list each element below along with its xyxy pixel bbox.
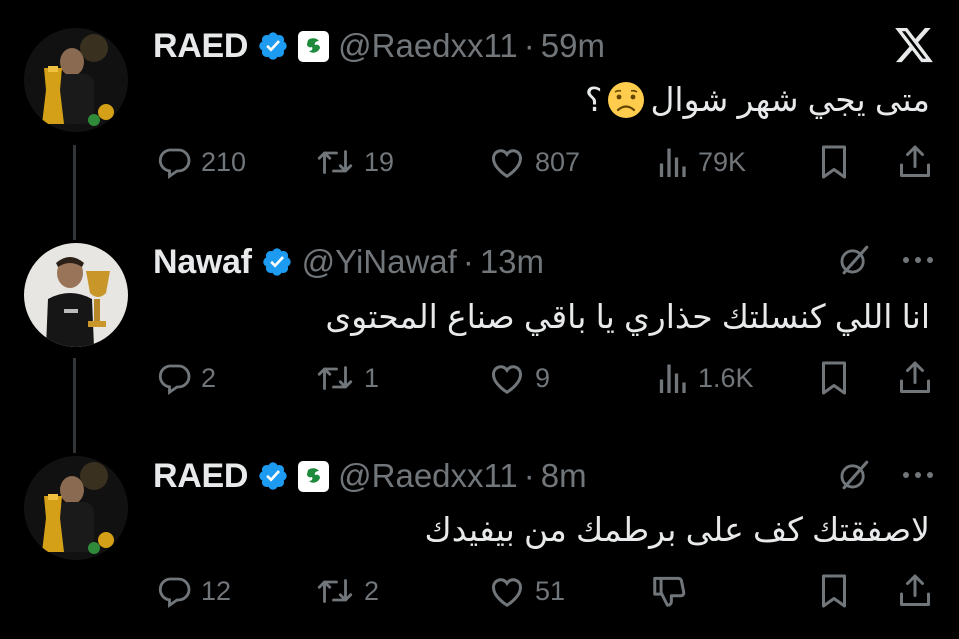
avatar[interactable] (24, 28, 128, 132)
avatar-image (24, 456, 128, 560)
like-button[interactable]: 51 (488, 569, 565, 613)
timestamp[interactable]: 8m (541, 457, 587, 495)
like-count: 9 (535, 362, 551, 393)
disappointed-face-emoji-icon (606, 80, 646, 120)
separator-dot: · (462, 243, 474, 280)
tweet[interactable]: RAED @Raedxx11 · 59m متى يجي شهر شوال ؟ 2… (0, 0, 959, 213)
share-icon (900, 574, 930, 606)
avatar-image (24, 243, 128, 347)
verified-badge-icon[interactable] (257, 30, 289, 62)
repost-count: 19 (364, 146, 395, 177)
views-button[interactable]: 1.6K (655, 356, 754, 400)
heart-icon (492, 365, 522, 395)
reply-button[interactable]: 210 (156, 140, 246, 184)
thumbs-down-icon (653, 576, 686, 607)
reply-count: 2 (201, 362, 217, 393)
reply-button[interactable]: 12 (156, 569, 231, 613)
tweet[interactable]: RAED @Raedxx11 · 8m لاصفقتك كف على برطمك… (0, 426, 959, 639)
affiliate-badge-icon[interactable] (298, 30, 330, 62)
tweet-text: انا اللي كنسلتك حذاري يا باقي صناع المحت… (325, 298, 930, 335)
share-button[interactable] (898, 356, 932, 400)
share-icon (900, 361, 930, 393)
timestamp[interactable]: 13m (480, 243, 544, 281)
user-handle[interactable]: @Raedxx11 (338, 457, 518, 495)
bookmark-icon (822, 574, 846, 608)
action-bar: 12 2 51 (150, 569, 940, 613)
avatar-image (24, 28, 128, 132)
repost-icon (317, 150, 353, 174)
share-icon (900, 145, 930, 177)
reply-count: 210 (201, 146, 247, 177)
display-name[interactable]: Nawaf (153, 243, 252, 282)
repost-icon (317, 579, 353, 603)
more-options-icon[interactable] (901, 255, 935, 265)
tweet-header: RAED @Raedxx11 · 59m (153, 24, 605, 68)
heart-icon (492, 578, 522, 608)
like-count: 51 (535, 575, 566, 606)
reply-icon (158, 577, 191, 608)
grok-icon[interactable] (837, 458, 871, 492)
bookmark-icon (822, 361, 846, 395)
tweet[interactable]: Nawaf @YiNawaf · 13m انا اللي كنسلتك حذا… (0, 213, 959, 426)
repost-count: 1 (364, 362, 380, 393)
like-button[interactable]: 807 (488, 140, 580, 184)
share-button[interactable] (898, 569, 932, 613)
like-count: 807 (535, 146, 581, 177)
action-bar: 2 1 9 1.6K (150, 356, 940, 400)
bookmark-button[interactable] (818, 140, 850, 184)
action-bar: 210 19 807 79K (150, 140, 940, 184)
verified-badge-icon[interactable] (261, 246, 293, 278)
user-handle[interactable]: @Raedxx11 (338, 27, 518, 65)
separator-dot: · (523, 457, 535, 494)
timestamp[interactable]: 59m (541, 27, 605, 65)
repost-button[interactable]: 2 (315, 569, 379, 613)
bookmark-button[interactable] (818, 356, 850, 400)
reply-icon (158, 364, 191, 395)
verified-badge-icon[interactable] (257, 460, 289, 492)
avatar[interactable] (24, 243, 128, 347)
heart-icon (492, 149, 522, 179)
dislike-button[interactable] (650, 569, 688, 613)
grok-icon[interactable] (837, 243, 871, 277)
tweet-text-body: متى يجي شهر شوال (650, 81, 930, 118)
user-handle[interactable]: @YiNawaf (302, 243, 457, 281)
views-button[interactable]: 79K (655, 140, 746, 184)
tweet-text: لاصفقتك كف على برطمك من بيفيدك (424, 511, 931, 548)
share-button[interactable] (898, 140, 932, 184)
tweet-text: متى يجي شهر شوال ؟ (585, 80, 930, 120)
repost-count: 2 (364, 575, 380, 606)
tweet-header: Nawaf @YiNawaf · 13m (153, 240, 544, 284)
reply-count: 12 (201, 575, 232, 606)
display-name[interactable]: RAED (153, 457, 248, 496)
view-count: 79K (698, 146, 747, 177)
display-name[interactable]: RAED (153, 27, 248, 66)
repost-icon (317, 366, 353, 390)
avatar[interactable] (24, 456, 128, 560)
repost-button[interactable]: 1 (315, 356, 379, 400)
tweet-header: RAED @Raedxx11 · 8m (153, 454, 587, 498)
x-logo-icon (893, 24, 935, 66)
separator-dot: · (523, 27, 535, 64)
more-options-icon[interactable] (901, 470, 935, 480)
bookmark-icon (822, 145, 846, 179)
analytics-bar-icon (659, 364, 686, 393)
view-count: 1.6K (698, 362, 754, 393)
tweet-text-suffix: ؟ (584, 81, 603, 118)
reply-button[interactable]: 2 (156, 356, 216, 400)
analytics-bar-icon (659, 148, 686, 177)
affiliate-badge-icon[interactable] (298, 460, 330, 492)
bookmark-button[interactable] (818, 569, 850, 613)
repost-button[interactable]: 19 (315, 140, 394, 184)
reply-icon (158, 148, 191, 179)
like-button[interactable]: 9 (488, 356, 550, 400)
